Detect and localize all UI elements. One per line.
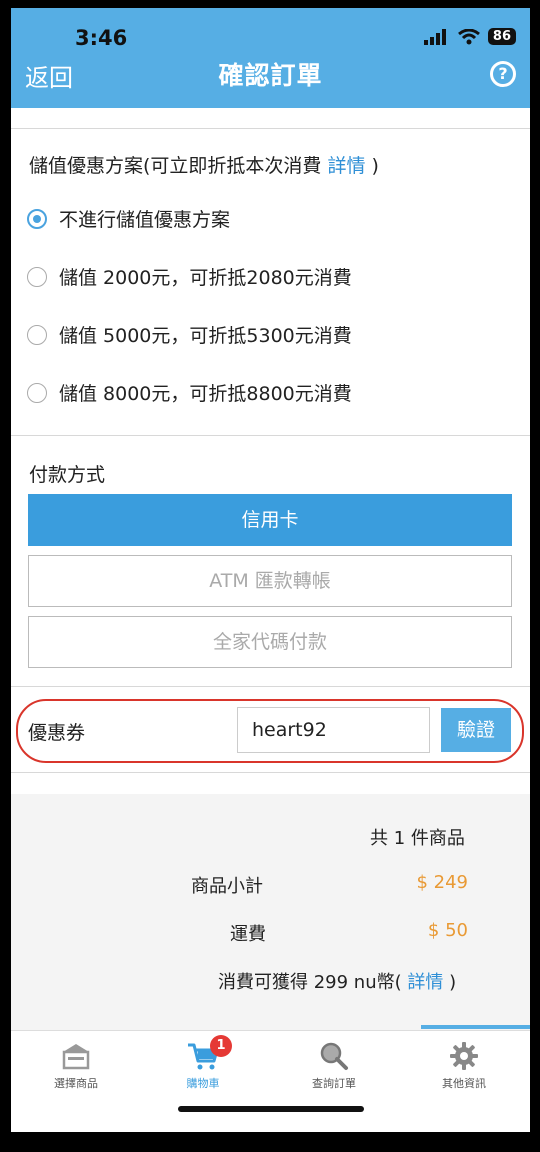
subtotal-value: $ 249 [416, 872, 468, 893]
order-summary: 共 1 件商品 商品小計 $ 249 運費 $ 50 消費可獲得 299 nu幣… [11, 794, 530, 1030]
points-close: ) [443, 972, 457, 993]
home-indicator[interactable] [178, 1106, 364, 1112]
status-time: 3:46 [75, 26, 128, 50]
header: 3:46 86 返回 確認訂單 ? [11, 8, 530, 108]
item-count: 共 1 件商品 [370, 828, 465, 849]
stored-value-option[interactable]: 儲值 8000元，可折抵8800元消費 [27, 379, 352, 406]
status-icons: 86 [423, 28, 516, 45]
divider [11, 435, 530, 436]
cart-badge: 1 [210, 1035, 232, 1057]
tab-label: 查詢訂單 [312, 1077, 356, 1090]
tab-label: 購物車 [186, 1077, 220, 1090]
stored-value-heading-close: ) [365, 155, 379, 177]
gear-icon [450, 1042, 478, 1070]
radio-icon[interactable] [27, 324, 47, 345]
tab-bar: 選擇商品 1 購物車 查詢訂單 其他資訊 [11, 1030, 530, 1132]
radio-selected-icon[interactable] [27, 208, 47, 229]
stored-value-option[interactable]: 儲值 5000元，可折抵5300元消費 [27, 321, 352, 348]
tab-other-info[interactable]: 其他資訊 [409, 1039, 519, 1091]
battery-icon: 86 [487, 28, 516, 45]
radio-icon[interactable] [27, 382, 47, 403]
stored-value-details-link[interactable]: 詳情 [327, 155, 365, 177]
stored-value-option[interactable]: 儲值 2000元，可折抵2080元消費 [27, 263, 352, 290]
phone-screen: 3:46 86 返回 確認訂單 ? 儲值優惠方案(可立即折抵本次消費 詳情 ) … [11, 8, 530, 1132]
scroll-indicator [421, 1025, 530, 1029]
subtotal-label: 商品小計 [191, 876, 263, 897]
atm-transfer-button[interactable]: ATM 匯款轉帳 [28, 555, 512, 607]
option-label: 不進行儲值優惠方案 [59, 209, 231, 231]
payment-heading: 付款方式 [29, 464, 106, 486]
help-icon[interactable]: ? [490, 61, 516, 87]
points-details-link[interactable]: 詳情 [407, 972, 443, 993]
stored-value-heading: 儲值優惠方案(可立即折抵本次消費 詳情 ) [29, 151, 379, 178]
option-label: 儲值 5000元，可折抵5300元消費 [59, 325, 352, 347]
signal-icon [423, 28, 446, 45]
divider [11, 772, 530, 773]
shipping-label: 運費 [230, 924, 266, 945]
search-icon [320, 1042, 348, 1070]
option-label: 儲值 2000元，可折抵2080元消費 [59, 267, 352, 289]
tab-label: 選擇商品 [54, 1077, 98, 1090]
coupon-input[interactable]: heart92 [237, 707, 430, 753]
tab-cart[interactable]: 1 購物車 [148, 1035, 258, 1091]
radio-icon[interactable] [27, 266, 47, 287]
tab-label: 其他資訊 [442, 1077, 486, 1090]
wifi-icon [457, 28, 480, 44]
divider [11, 128, 530, 129]
stored-value-heading-text: 儲值優惠方案(可立即折抵本次消費 [29, 155, 328, 177]
store-icon [62, 1044, 90, 1070]
coupon-label: 優惠券 [28, 722, 86, 744]
credit-card-button[interactable]: 信用卡 [28, 494, 512, 546]
points-line: 消費可獲得 299 nu幣( 詳情 ) [218, 968, 456, 994]
tab-select-products[interactable]: 選擇商品 [21, 1039, 131, 1091]
points-text: 消費可獲得 299 nu幣( [218, 972, 408, 993]
tab-query-order[interactable]: 查詢訂單 [279, 1039, 389, 1091]
divider [11, 686, 530, 687]
family-mart-code-button[interactable]: 全家代碼付款 [28, 616, 512, 668]
verify-button[interactable]: 驗證 [441, 708, 511, 752]
page-title: 確認訂單 [218, 61, 323, 90]
stored-value-option[interactable]: 不進行儲值優惠方案 [27, 205, 230, 232]
shipping-value: $ 50 [427, 920, 468, 941]
option-label: 儲值 8000元，可折抵8800元消費 [59, 383, 352, 405]
